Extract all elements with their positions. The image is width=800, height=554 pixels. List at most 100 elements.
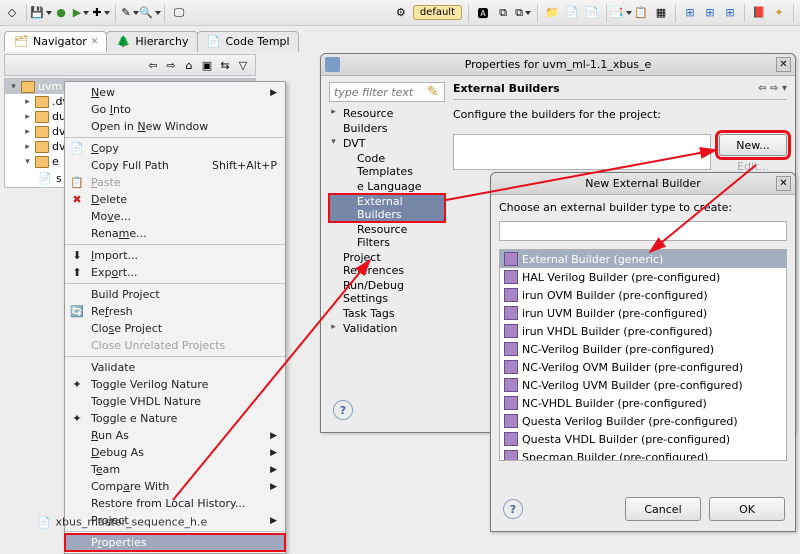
- menu-open-new-window[interactable]: Open in New Window: [65, 118, 285, 135]
- dialog-title-bar[interactable]: New External Builder ✕: [491, 173, 795, 195]
- save-icon[interactable]: 💾: [33, 5, 49, 21]
- ptree-project-references[interactable]: Project References: [329, 250, 445, 278]
- list-item[interactable]: Questa Verilog Builder (pre-configured): [500, 412, 786, 430]
- ok-button[interactable]: OK: [709, 497, 785, 521]
- folder-icon: [35, 126, 49, 138]
- menu-copy-full-path[interactable]: Copy Full PathShift+Alt+P: [65, 157, 285, 174]
- new-icon[interactable]: ✚: [93, 5, 109, 21]
- list-item[interactable]: irun VHDL Builder (pre-configured): [500, 322, 786, 340]
- list-item[interactable]: NC-VHDL Builder (pre-configured): [500, 394, 786, 412]
- eclipse-icon[interactable]: ◇: [4, 5, 20, 21]
- list-item[interactable]: Questa VHDL Builder (pre-configured): [500, 430, 786, 448]
- properties-tree-panel: ✎ ▸Resource Builders ▾DVT Code Templates…: [329, 82, 445, 392]
- menu-validate[interactable]: Validate: [65, 359, 285, 376]
- list-item[interactable]: HAL Verilog Builder (pre-configured): [500, 268, 786, 286]
- properties-header: External Builders ⇦ ⇨ ▾: [453, 82, 787, 100]
- tab-codetpl[interactable]: 📄 Code Templ: [197, 31, 299, 52]
- menu-team[interactable]: Team▶: [65, 461, 285, 478]
- list-item[interactable]: irun OVM Builder (pre-configured): [500, 286, 786, 304]
- list-item[interactable]: Specman Builder (pre-configured): [500, 448, 786, 461]
- link-icon[interactable]: ⇆: [217, 57, 233, 73]
- close-icon[interactable]: ✕: [776, 57, 791, 72]
- list-item[interactable]: NC-Verilog UVM Builder (pre-configured): [500, 376, 786, 394]
- file2-icon[interactable]: 📄: [584, 5, 600, 21]
- ptree-validation[interactable]: ▸Validation: [329, 321, 445, 336]
- ptree-builders[interactable]: Builders: [329, 121, 445, 136]
- clear-filter-icon[interactable]: ✎: [427, 84, 443, 100]
- help-icon[interactable]: ?: [503, 499, 523, 519]
- run-icon[interactable]: ▶: [73, 5, 89, 21]
- plus1-icon[interactable]: ⊞: [682, 5, 698, 21]
- file-icon: 📄: [36, 514, 52, 530]
- ptree-resource[interactable]: ▸Resource: [329, 106, 445, 121]
- grid-icon[interactable]: ▦: [653, 5, 669, 21]
- menu-export[interactable]: ⬆Export...: [65, 264, 285, 281]
- menu-move[interactable]: Move...: [65, 208, 285, 225]
- home-icon[interactable]: ⌂: [181, 57, 197, 73]
- fwd-icon[interactable]: ⇨: [163, 57, 179, 73]
- menu-refresh[interactable]: 🔄Refresh: [65, 303, 285, 320]
- close-icon[interactable]: ✕: [776, 176, 791, 191]
- menu-icon[interactable]: ▽: [235, 57, 251, 73]
- builder-type-list[interactable]: External Builder (generic) HAL Verilog B…: [499, 249, 787, 461]
- collapse-icon[interactable]: ▣: [199, 57, 215, 73]
- tab-navigator[interactable]: 🗂 Navigator ✕: [4, 31, 107, 52]
- brush-icon[interactable]: ✎: [122, 5, 138, 21]
- plus3-icon[interactable]: ⊞: [722, 5, 738, 21]
- menu-compare-with[interactable]: Compare With▶: [65, 478, 285, 495]
- gear-icon[interactable]: ⚙: [393, 5, 409, 21]
- perspective-badge[interactable]: default: [413, 5, 462, 20]
- nav-buttons[interactable]: ⇦ ⇨ ▾: [758, 83, 787, 94]
- menu-toggle-vhdl[interactable]: Toggle VHDL Nature: [65, 393, 285, 410]
- bookmark-icon[interactable]: 📑: [613, 5, 629, 21]
- menu-close-project[interactable]: Close Project: [65, 320, 285, 337]
- dialog-title-bar[interactable]: Properties for uvm_ml-1.1_xbus_e ✕: [321, 54, 795, 76]
- new-builder-dialog: New External Builder ✕ Choose an externa…: [490, 172, 796, 532]
- list-item[interactable]: NC-Verilog Builder (pre-configured): [500, 340, 786, 358]
- list-item[interactable]: NC-Verilog OVM Builder (pre-configured): [500, 358, 786, 376]
- desktop-icon[interactable]: 🖵: [171, 5, 187, 21]
- ptree-dvt[interactable]: ▾DVT: [329, 136, 445, 151]
- new-button[interactable]: New...: [719, 134, 787, 156]
- menu-properties[interactable]: Properties: [65, 534, 285, 551]
- menu-import[interactable]: ⬇Import...: [65, 247, 285, 264]
- c-icon[interactable]: ⧉: [515, 5, 531, 21]
- list-item[interactable]: External Builder (generic): [500, 250, 786, 268]
- menu-new[interactable]: New▶: [65, 84, 285, 101]
- cancel-button[interactable]: Cancel: [625, 497, 701, 521]
- menu-debug-as[interactable]: Debug As▶: [65, 444, 285, 461]
- list-item[interactable]: irun UVM Builder (pre-configured): [500, 304, 786, 322]
- book-icon[interactable]: 📕: [751, 5, 767, 21]
- ptree-run-debug[interactable]: Run/Debug Settings: [329, 278, 445, 306]
- menu-copy[interactable]: 📄Copy: [65, 140, 285, 157]
- plus2-icon[interactable]: ⊞: [702, 5, 718, 21]
- ptree-code-templates[interactable]: Code Templates: [329, 151, 445, 179]
- b-icon[interactable]: ⧉: [495, 5, 511, 21]
- clip-icon[interactable]: 📋: [633, 5, 649, 21]
- menu-toggle-e[interactable]: ✦Toggle e Nature: [65, 410, 285, 427]
- menu-go-into[interactable]: Go Into: [65, 101, 285, 118]
- builders-list[interactable]: [453, 134, 711, 170]
- ptree-external-builders[interactable]: External Builders: [329, 194, 445, 222]
- menu-toggle-verilog[interactable]: ✦Toggle Verilog Nature: [65, 376, 285, 393]
- ptree-e-language[interactable]: e Language: [329, 179, 445, 194]
- search-icon[interactable]: 🔍: [142, 5, 158, 21]
- menu-run-as[interactable]: Run As▶: [65, 427, 285, 444]
- tab-hierarchy[interactable]: 🌲 Hierarchy: [106, 31, 197, 52]
- help-icon[interactable]: ?: [333, 400, 353, 420]
- menu-close-unrelated: Close Unrelated Projects: [65, 337, 285, 354]
- folder-icon[interactable]: 📁: [544, 5, 560, 21]
- dot-green-icon[interactable]: ●: [53, 5, 69, 21]
- menu-build-project[interactable]: Build Project: [65, 286, 285, 303]
- star-icon[interactable]: ✦: [771, 5, 787, 21]
- back-icon[interactable]: ⇦: [145, 57, 161, 73]
- ptree-resource-filters[interactable]: Resource Filters: [329, 222, 445, 250]
- file1-icon[interactable]: 📄: [564, 5, 580, 21]
- ptree-task-tags[interactable]: Task Tags: [329, 306, 445, 321]
- menu-delete[interactable]: ✖Delete: [65, 191, 285, 208]
- a-icon[interactable]: 🅰: [475, 5, 491, 21]
- menu-restore-history[interactable]: Restore from Local History...: [65, 495, 285, 512]
- menu-rename[interactable]: Rename...: [65, 225, 285, 242]
- builder-name-input[interactable]: [499, 221, 787, 241]
- close-icon[interactable]: ✕: [91, 37, 99, 47]
